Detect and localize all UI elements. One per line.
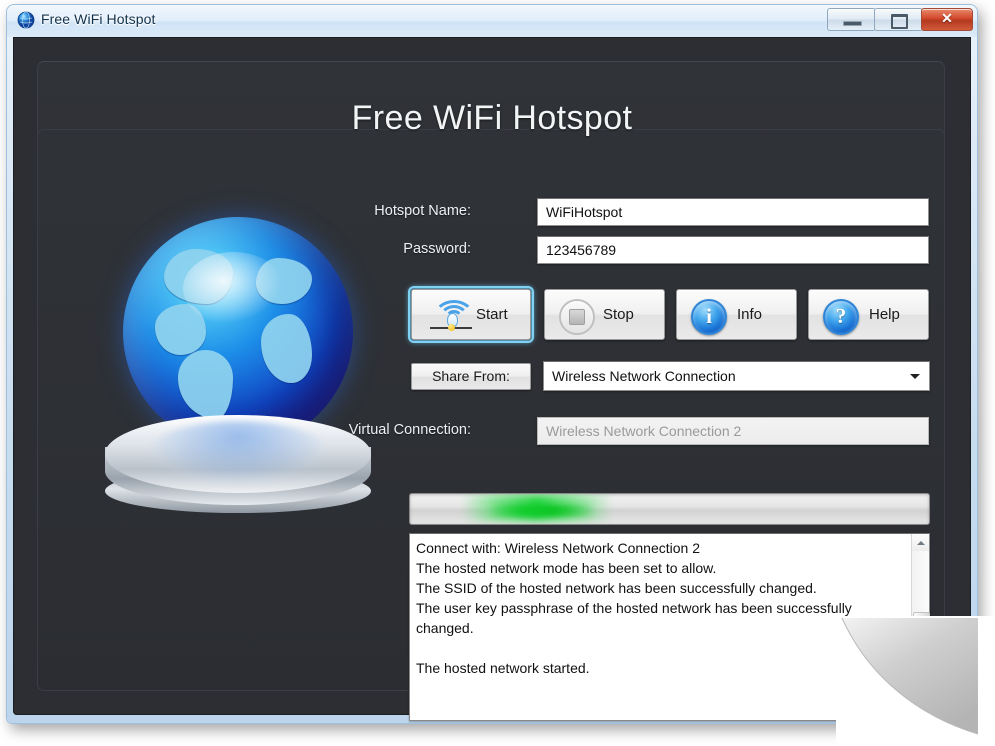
stop-icon [559, 299, 595, 335]
minimize-icon [843, 21, 862, 26]
hotspot-name-label: Hotspot Name: [374, 203, 471, 219]
info-button[interactable]: i Info [676, 289, 797, 340]
log-text: Connect with: Wireless Network Connectio… [416, 540, 852, 676]
scrollbar-grip-icon [918, 637, 925, 644]
application-window: Free WiFi Hotspot ✕ Free WiFi Hotspot Ho… [6, 4, 978, 724]
app-body: Free WiFi Hotspot Hotspot Name: WiFiHots… [13, 37, 971, 721]
scrollbar-thumb[interactable] [913, 612, 930, 672]
hotspot-name-input[interactable]: WiFiHotspot [537, 198, 929, 226]
screenshot-root: Free WiFi Hotspot ✕ Free WiFi Hotspot Ho… [0, 0, 995, 746]
globe-illustration [75, 209, 385, 554]
stop-button-label: Stop [603, 306, 634, 323]
globe-icon [17, 11, 35, 29]
pedestal-reflection [149, 421, 327, 483]
window-title: Free WiFi Hotspot [41, 11, 156, 27]
globe-specular-highlight [182, 251, 284, 326]
log-output[interactable]: Connect with: Wireless Network Connectio… [409, 533, 930, 721]
share-from-selected-value: Wireless Network Connection [552, 368, 736, 384]
page-title: Free WiFi Hotspot [351, 99, 633, 137]
wifi-icon [428, 298, 475, 332]
info-button-label: Info [737, 306, 763, 323]
progress-bar [409, 493, 930, 525]
globe-landmass [261, 313, 312, 383]
password-input[interactable]: 123456789 [537, 236, 929, 264]
share-from-select[interactable]: Wireless Network Connection [543, 361, 930, 391]
maximize-icon [891, 14, 908, 29]
virtual-connection-label: Virtual Connection: [348, 422, 471, 438]
stop-button[interactable]: Stop [544, 289, 665, 340]
close-button[interactable]: ✕ [921, 8, 973, 31]
progress-marquee-core [488, 505, 596, 516]
chevron-up-icon [917, 541, 925, 545]
start-button-label: Start [476, 306, 508, 323]
share-from-label: Share From: [432, 368, 510, 384]
start-button[interactable]: Start [408, 286, 534, 343]
help-glyph: ? [835, 304, 847, 328]
maximize-button[interactable] [874, 8, 923, 31]
log-scrollbar[interactable] [911, 534, 930, 718]
scroll-up-button[interactable] [912, 534, 929, 551]
help-button[interactable]: ? Help [808, 289, 929, 340]
share-from-button[interactable]: Share From: [411, 363, 531, 390]
chevron-down-icon [910, 374, 920, 379]
wifi-indicator-dot [448, 324, 455, 331]
virtual-connection-input: Wireless Network Connection 2 [537, 417, 929, 445]
info-glyph: i [706, 304, 712, 328]
help-button-label: Help [869, 306, 900, 323]
info-icon: i [691, 299, 727, 335]
minimize-button[interactable] [827, 8, 876, 31]
help-icon: ? [823, 299, 859, 335]
password-label: Password: [403, 241, 471, 257]
title-bar[interactable]: Free WiFi Hotspot ✕ [7, 5, 977, 37]
close-icon: ✕ [941, 10, 953, 26]
